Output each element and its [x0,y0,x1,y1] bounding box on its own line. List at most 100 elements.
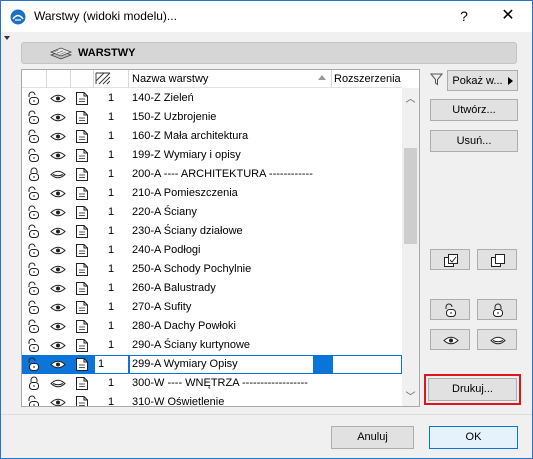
layer-row[interactable]: 1 199-Z Wymiary i opisy [22,146,402,165]
unlock-all-button[interactable] [430,299,470,320]
eye-icon[interactable] [50,110,66,125]
layer-intersection-number[interactable]: 1 [108,225,114,237]
eye-icon[interactable] [50,148,66,163]
unlock-icon[interactable] [26,129,42,144]
copy-layers-button[interactable] [430,249,470,270]
vertical-scrollbar[interactable]: ︿ ﹀ [402,88,419,406]
eye-icon[interactable] [50,357,66,372]
layer-combination-icon[interactable] [74,224,90,239]
lock-icon[interactable] [26,167,42,182]
unlock-icon[interactable] [26,281,42,296]
layer-row[interactable]: 1 250-A Schody Pochylnie [22,260,402,279]
layer-intersection-number[interactable]: 1 [108,301,114,313]
eye-icon[interactable] [50,300,66,315]
layer-intersection-number[interactable]: 1 [108,339,114,351]
unlock-icon[interactable] [26,243,42,258]
edit-field[interactable] [332,355,402,374]
layer-combination-icon[interactable] [74,319,90,334]
lock-icon[interactable] [26,376,42,391]
eye-icon[interactable] [50,262,66,277]
close-button[interactable]: ✕ [495,5,521,27]
layer-intersection-number[interactable]: 1 [108,187,114,199]
scroll-up-icon[interactable]: ︿ [402,90,419,105]
ok-button[interactable]: OK [429,426,518,449]
layer-combination-icon[interactable] [74,110,90,125]
eye-icon[interactable] [50,319,66,334]
duplicate-layers-button[interactable] [477,249,517,270]
layer-combination-icon[interactable] [74,129,90,144]
layer-row[interactable]: 1 210-A Pomieszczenia [22,184,402,203]
unlock-icon[interactable] [26,395,42,407]
layer-intersection-number[interactable]: 1 [108,244,114,256]
column-header-extensions[interactable]: Rozszerzenia [334,73,401,85]
layer-combination-icon[interactable] [74,281,90,296]
eye-icon[interactable] [50,338,66,353]
layer-intersection-number[interactable]: 1 [108,130,114,142]
layer-combination-icon[interactable] [74,91,90,106]
layer-row[interactable]: 1 140-Z Zieleń [22,89,402,108]
layer-row[interactable]: 1 220-A Ściany [22,203,402,222]
eye-closed-icon[interactable] [50,376,66,391]
delete-button[interactable]: Usuń... [430,130,518,152]
layer-row[interactable]: 1 230-A Ściany działowe [22,222,402,241]
show-in-button[interactable]: Pokaż w... [447,70,518,91]
layer-intersection-number[interactable]: 1 [108,149,114,161]
eye-icon[interactable] [50,243,66,258]
layer-row[interactable]: 1 200-A ---- ARCHITEKTURA ------------ [22,165,402,184]
layer-intersection-number[interactable]: 1 [108,92,114,104]
hide-all-button[interactable] [477,329,517,350]
layer-row[interactable]: 1 300-W ---- WNĘTRZA ------------------ [22,374,402,393]
layer-combination-icon[interactable] [74,262,90,277]
help-button[interactable]: ? [451,5,477,27]
layer-row[interactable]: 1 260-A Balustrady [22,279,402,298]
layer-combination-icon[interactable] [74,205,90,220]
show-all-button[interactable] [430,329,470,350]
layer-combination-icon[interactable] [74,300,90,315]
column-header-name[interactable]: Nazwa warstwy [132,73,208,85]
layer-combination-icon[interactable] [74,148,90,163]
scroll-down-icon[interactable]: ﹀ [402,388,419,403]
layer-intersection-number[interactable]: 1 [108,111,114,123]
layer-combination-icon[interactable] [74,357,90,372]
layer-combination-icon[interactable] [74,338,90,353]
eye-icon[interactable] [50,281,66,296]
layer-list[interactable]: Nazwa warstwy Rozszerzenia 1 140-Z Zieleń… [21,69,420,407]
eye-icon[interactable] [50,205,66,220]
layer-intersection-number[interactable]: 1 [108,396,114,406]
eye-icon[interactable] [50,395,66,407]
layer-row[interactable]: 1 299-A Wymiary Opisy [22,355,402,374]
layer-combination-icon[interactable] [74,376,90,391]
layer-row[interactable]: 1 290-A Ściany kurtynowe [22,336,402,355]
unlock-icon[interactable] [26,91,42,106]
layer-row[interactable]: 1 160-Z Mała architektura [22,127,402,146]
unlock-icon[interactable] [26,110,42,125]
layer-intersection-number[interactable]: 1 [108,168,114,180]
eye-icon[interactable] [50,186,66,201]
unlock-icon[interactable] [26,338,42,353]
unlock-icon[interactable] [26,148,42,163]
layer-row[interactable]: 1 310-W Oświetlenie [22,393,402,407]
unlock-icon[interactable] [26,357,42,372]
layer-combination-icon[interactable] [74,167,90,182]
create-button[interactable]: Utwórz... [430,99,518,121]
layer-intersection-number[interactable]: 1 [108,206,114,218]
layer-intersection-number[interactable]: 1 [98,358,104,370]
eye-icon[interactable] [50,224,66,239]
layer-intersection-number[interactable]: 1 [108,320,114,332]
layer-row[interactable]: 1 240-A Podłogi [22,241,402,260]
layer-combination-icon[interactable] [74,243,90,258]
unlock-icon[interactable] [26,205,42,220]
layer-row[interactable]: 1 270-A Sufity [22,298,402,317]
layer-name[interactable]: 299-A Wymiary Opisy [132,358,238,370]
unlock-icon[interactable] [26,319,42,334]
eye-icon[interactable] [50,91,66,106]
layer-combination-icon[interactable] [74,186,90,201]
scrollbar-thumb[interactable] [404,148,417,244]
layer-intersection-number[interactable]: 1 [108,377,114,389]
unlock-icon[interactable] [26,262,42,277]
unlock-icon[interactable] [26,186,42,201]
eye-icon[interactable] [50,129,66,144]
layer-row[interactable]: 1 150-Z Uzbrojenie [22,108,402,127]
eye-closed-icon[interactable] [50,167,66,182]
layer-intersection-number[interactable]: 1 [108,263,114,275]
